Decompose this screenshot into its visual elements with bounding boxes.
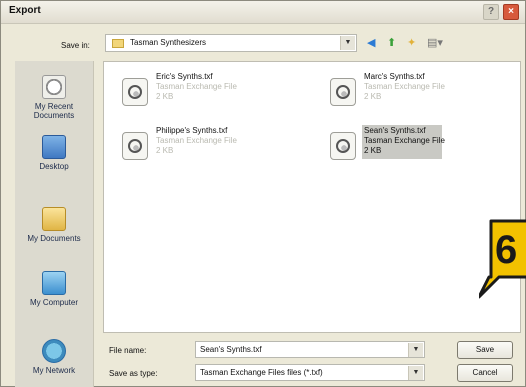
nav-toolbar: ◀ ⬆ ✦ ▤▾ [363,35,463,51]
file-name-input[interactable]: Sean's Synths.txf ▼ [195,341,425,358]
file-size: 2 KB [364,146,382,155]
file-item[interactable]: Marc's Synths.txf Tasman Exchange File 2… [330,72,480,120]
save-in-value: Tasman Synthesizers [130,38,207,47]
help-button[interactable]: ? [483,4,499,20]
place-label: My Computer [29,298,78,307]
place-label: Desktop [39,162,69,171]
close-button[interactable]: × [503,4,519,20]
save-in-label: Save in: [61,41,90,50]
my-network-icon [42,339,66,363]
desktop-icon [42,135,66,159]
new-folder-icon[interactable]: ✦ [407,35,416,51]
file-item[interactable]: Philippe's Synths.txf Tasman Exchange Fi… [122,126,272,174]
chevron-down-icon[interactable]: ▼ [408,343,423,357]
step-badge: 6 [479,219,526,299]
txf-file-icon [122,132,148,160]
file-type: Tasman Exchange File [156,82,237,91]
cancel-button[interactable]: Cancel [457,364,513,382]
file-size: 2 KB [364,92,382,101]
file-name-value: Sean's Synths.txf [200,345,262,354]
view-menu-icon[interactable]: ▤▾ [427,35,443,51]
file-size: 2 KB [156,92,174,101]
back-icon[interactable]: ◀ [367,35,375,51]
save-button[interactable]: Save [457,341,513,359]
file-type: Tasman Exchange File [364,82,445,91]
file-name: Sean's Synths.txf [364,126,426,135]
step-number: 6 [495,228,517,272]
place-label: My Network [32,366,76,375]
file-name-label: File name: [109,346,147,355]
chevron-down-icon[interactable]: ▼ [340,36,355,50]
title-bar: Export ? × [1,1,525,24]
places-bar: My Recent Documents Desktop My Documents… [15,61,94,387]
place-my-recent-documents[interactable]: My Recent Documents [15,75,93,120]
file-name: Philippe's Synths.txf [156,126,228,135]
file-list: Eric's Synths.txf Tasman Exchange File 2… [103,61,521,333]
file-item[interactable]: Eric's Synths.txf Tasman Exchange File 2… [122,72,272,120]
txf-file-icon [330,78,356,106]
file-name: Eric's Synths.txf [156,72,213,81]
file-type: Tasman Exchange File [156,136,237,145]
save-as-type-label: Save as type: [109,369,158,378]
save-as-type-value: Tasman Exchange Files files (*.txf) [200,368,323,377]
my-documents-icon [42,207,66,231]
export-dialog: Export ? × Save in: Tasman Synthesizers … [0,0,526,387]
place-my-documents[interactable]: My Documents [15,207,93,243]
folder-icon [112,39,124,48]
file-item-selected[interactable]: Sean's Synths.txf Tasman Exchange File 2… [330,125,480,174]
recent-documents-icon [42,75,66,99]
dialog-title: Export [9,5,41,16]
file-name: Marc's Synths.txf [364,72,425,81]
place-my-network[interactable]: My Network [15,339,93,375]
file-size: 2 KB [156,146,174,155]
place-label: My Recent Documents [33,102,75,120]
up-folder-icon[interactable]: ⬆ [387,35,396,51]
txf-file-icon [330,132,356,160]
my-computer-icon [42,271,66,295]
save-as-type-dropdown[interactable]: Tasman Exchange Files files (*.txf) ▼ [195,364,425,381]
place-label: My Documents [27,234,81,243]
file-type: Tasman Exchange File [364,136,445,145]
txf-file-icon [122,78,148,106]
chevron-down-icon[interactable]: ▼ [408,366,423,380]
place-desktop[interactable]: Desktop [15,135,93,171]
place-my-computer[interactable]: My Computer [15,271,93,307]
save-in-dropdown[interactable]: Tasman Synthesizers ▼ [105,34,357,52]
